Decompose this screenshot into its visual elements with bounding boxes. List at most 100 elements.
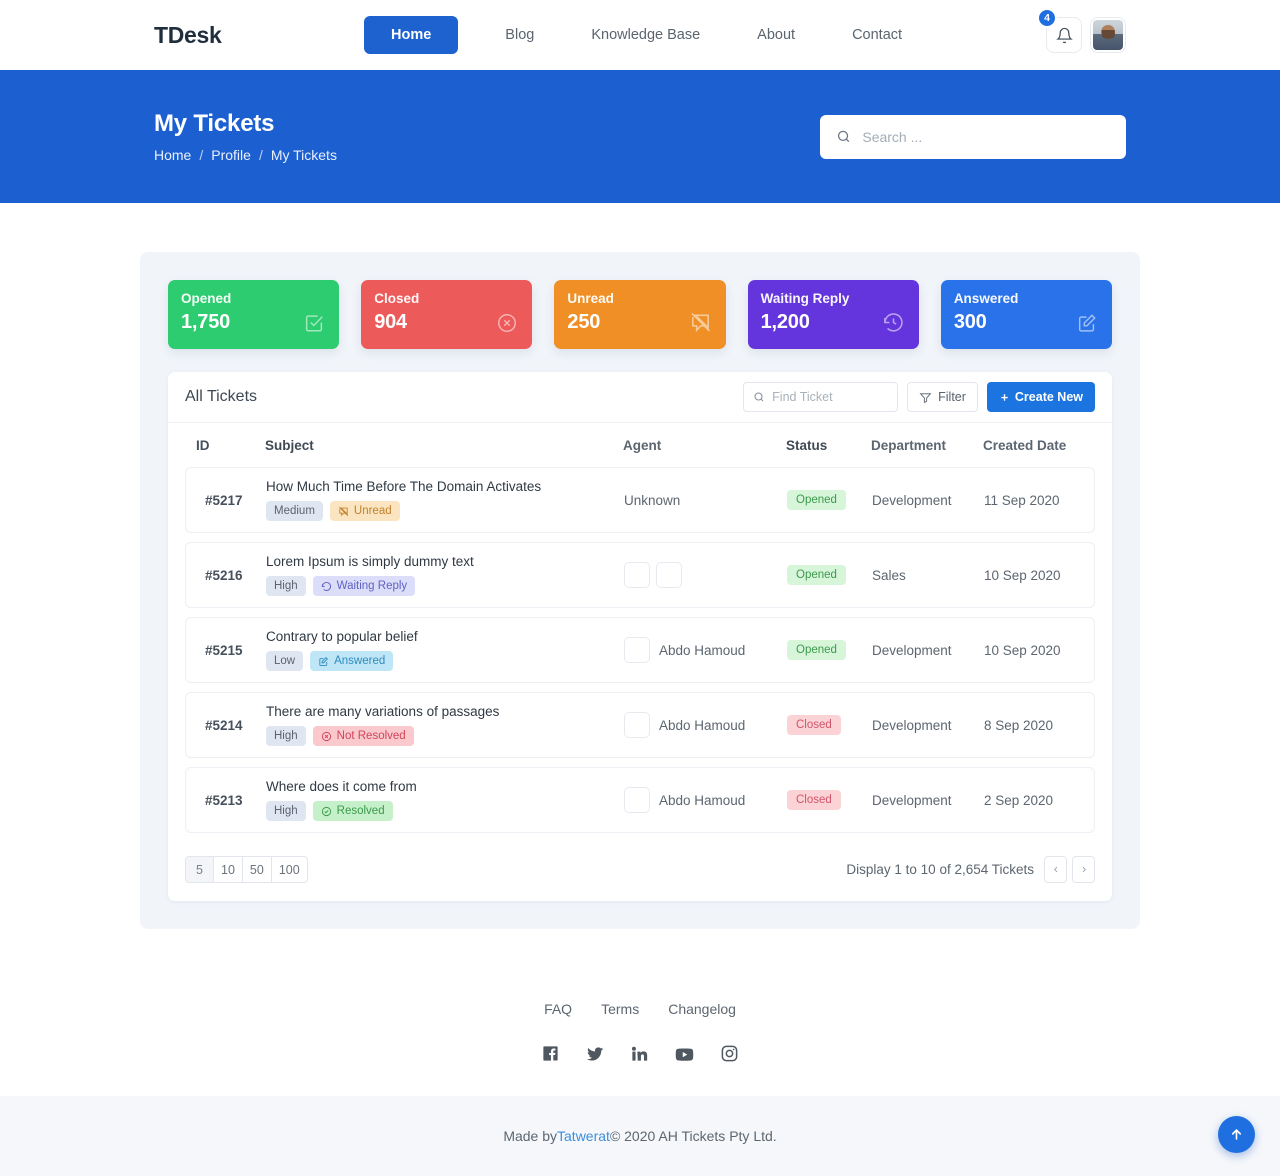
bell-icon (1056, 27, 1073, 44)
table-row[interactable]: #5213 Where does it come from High Resol… (185, 767, 1095, 833)
ticket-badges: High Waiting Reply (266, 576, 624, 596)
nav-item-about[interactable]: About (757, 17, 795, 53)
pagination-next-button[interactable] (1072, 856, 1095, 883)
find-ticket-input[interactable] (772, 390, 888, 404)
footer-link-faq[interactable]: FAQ (544, 1001, 572, 1017)
check-square-icon (303, 312, 325, 339)
avatar (1093, 20, 1123, 50)
pagination-prev-button[interactable] (1044, 856, 1067, 883)
stat-value: 300 (954, 311, 1096, 334)
status-badge: Opened (787, 565, 846, 585)
create-new-button[interactable]: Create New (987, 382, 1095, 412)
stat-card-closed[interactable]: Closed 904 (361, 280, 532, 349)
ticket-badges: Low Answered (266, 651, 624, 671)
notifications-button[interactable]: 4 (1046, 17, 1082, 53)
ticket-status-cell: Opened (787, 640, 872, 660)
hero-search-input[interactable] (862, 129, 1110, 145)
ticket-agent (624, 562, 787, 588)
table-pagination: 5 10 50 100 Display 1 to 10 of 2,654 Tic… (168, 842, 1112, 901)
ticket-created-date: 8 Sep 2020 (984, 718, 1104, 733)
state-badge-label: Answered (334, 655, 385, 667)
copyright-bar: Made by Tatwerat © 2020 AH Tickets Pty L… (0, 1096, 1280, 1176)
instagram-icon[interactable] (720, 1044, 739, 1065)
find-ticket-box[interactable] (743, 382, 898, 412)
scroll-to-top-button[interactable] (1218, 1116, 1255, 1153)
tickets-card: All Tickets Filter (168, 372, 1112, 901)
avatar (624, 712, 650, 738)
x-circle-icon (496, 312, 518, 339)
ticket-agent: Unknown (624, 493, 787, 508)
table-row[interactable]: #5217 How Much Time Before The Domain Ac… (185, 467, 1095, 533)
youtube-icon[interactable] (674, 1044, 695, 1065)
create-new-label: Create New (1015, 390, 1083, 404)
page-size-group: 5 10 50 100 (185, 856, 308, 883)
nav-item-blog[interactable]: Blog (505, 17, 534, 53)
breadcrumb-item-my-tickets[interactable]: My Tickets (271, 147, 337, 163)
tickets-panel: Opened 1,750 Closed 904 (140, 252, 1140, 929)
arrow-up-icon (1229, 1127, 1244, 1142)
tickets-card-header: All Tickets Filter (168, 372, 1112, 423)
state-badge-not-resolved: Not Resolved (313, 726, 414, 746)
page-size-10[interactable]: 10 (213, 856, 243, 883)
table-row[interactable]: #5215 Contrary to popular belief Low Ans… (185, 617, 1095, 683)
stat-card-opened[interactable]: Opened 1,750 (168, 280, 339, 349)
stat-value: 1,750 (181, 311, 323, 334)
ticket-id: #5213 (186, 793, 266, 808)
breadcrumb-separator: / (259, 147, 263, 163)
hero-search-box[interactable] (820, 115, 1126, 159)
agent-name: Abdo Hamoud (659, 793, 745, 808)
ticket-subject[interactable]: How Much Time Before The Domain Activate… (266, 479, 624, 494)
ticket-subject[interactable]: Contrary to popular belief (266, 629, 624, 644)
profile-avatar-button[interactable] (1090, 17, 1126, 53)
breadcrumb-item-profile[interactable]: Profile (211, 147, 251, 163)
table-row[interactable]: #5214 There are many variations of passa… (185, 692, 1095, 758)
page-body: Opened 1,750 Closed 904 (0, 203, 1280, 929)
page-size-5[interactable]: 5 (185, 856, 214, 883)
agent-avatar-group (624, 562, 682, 588)
ticket-department: Development (872, 718, 984, 733)
stat-card-unread[interactable]: Unread 250 (554, 280, 725, 349)
twitter-icon[interactable] (585, 1044, 605, 1065)
stat-card-waiting-reply[interactable]: Waiting Reply 1,200 (748, 280, 919, 349)
comment-slash-icon (338, 506, 349, 517)
check-circle-icon (321, 806, 332, 817)
social-links (0, 1017, 1280, 1096)
footer-link-terms[interactable]: Terms (601, 1001, 639, 1017)
nav-item-knowledge-base[interactable]: Knowledge Base (591, 17, 700, 53)
ticket-id: #5216 (186, 568, 266, 583)
nav-item-contact[interactable]: Contact (852, 17, 902, 53)
page-size-50[interactable]: 50 (242, 856, 272, 883)
priority-badge: High (266, 801, 306, 821)
state-badge-label: Unread (354, 505, 392, 517)
stat-label: Answered (954, 291, 1096, 306)
priority-badge: Low (266, 651, 303, 671)
priority-badge: High (266, 576, 306, 596)
ticket-status-cell: Opened (787, 490, 872, 510)
ticket-subject[interactable]: There are many variations of passages (266, 704, 624, 719)
filter-button[interactable]: Filter (907, 382, 978, 412)
state-badge-label: Waiting Reply (337, 580, 408, 592)
stat-label: Closed (374, 291, 516, 306)
pagination-right: Display 1 to 10 of 2,654 Tickets (846, 856, 1095, 883)
brand-logo[interactable]: TDesk (154, 22, 364, 49)
search-icon (836, 128, 851, 145)
breadcrumb: Home / Profile / My Tickets (154, 147, 337, 163)
ticket-subject[interactable]: Where does it come from (266, 779, 624, 794)
page-hero: My Tickets Home / Profile / My Tickets (0, 70, 1280, 203)
linkedin-icon[interactable] (630, 1044, 649, 1065)
ticket-subject[interactable]: Lorem Ipsum is simply dummy text (266, 554, 624, 569)
facebook-icon[interactable] (541, 1044, 560, 1065)
nav-item-home[interactable]: Home (364, 16, 458, 54)
page-size-100[interactable]: 100 (271, 856, 308, 883)
copyright-link[interactable]: Tatwerat (557, 1128, 610, 1144)
page-title: My Tickets (154, 110, 337, 138)
status-badge: Opened (787, 490, 846, 510)
stat-card-answered[interactable]: Answered 300 (941, 280, 1112, 349)
breadcrumb-item-home[interactable]: Home (154, 147, 191, 163)
ticket-created-date: 10 Sep 2020 (984, 568, 1104, 583)
table-row[interactable]: #5216 Lorem Ipsum is simply dummy text H… (185, 542, 1095, 608)
ticket-department: Development (872, 493, 984, 508)
footer-link-changelog[interactable]: Changelog (668, 1001, 736, 1017)
ticket-department: Development (872, 793, 984, 808)
avatar (624, 787, 650, 813)
